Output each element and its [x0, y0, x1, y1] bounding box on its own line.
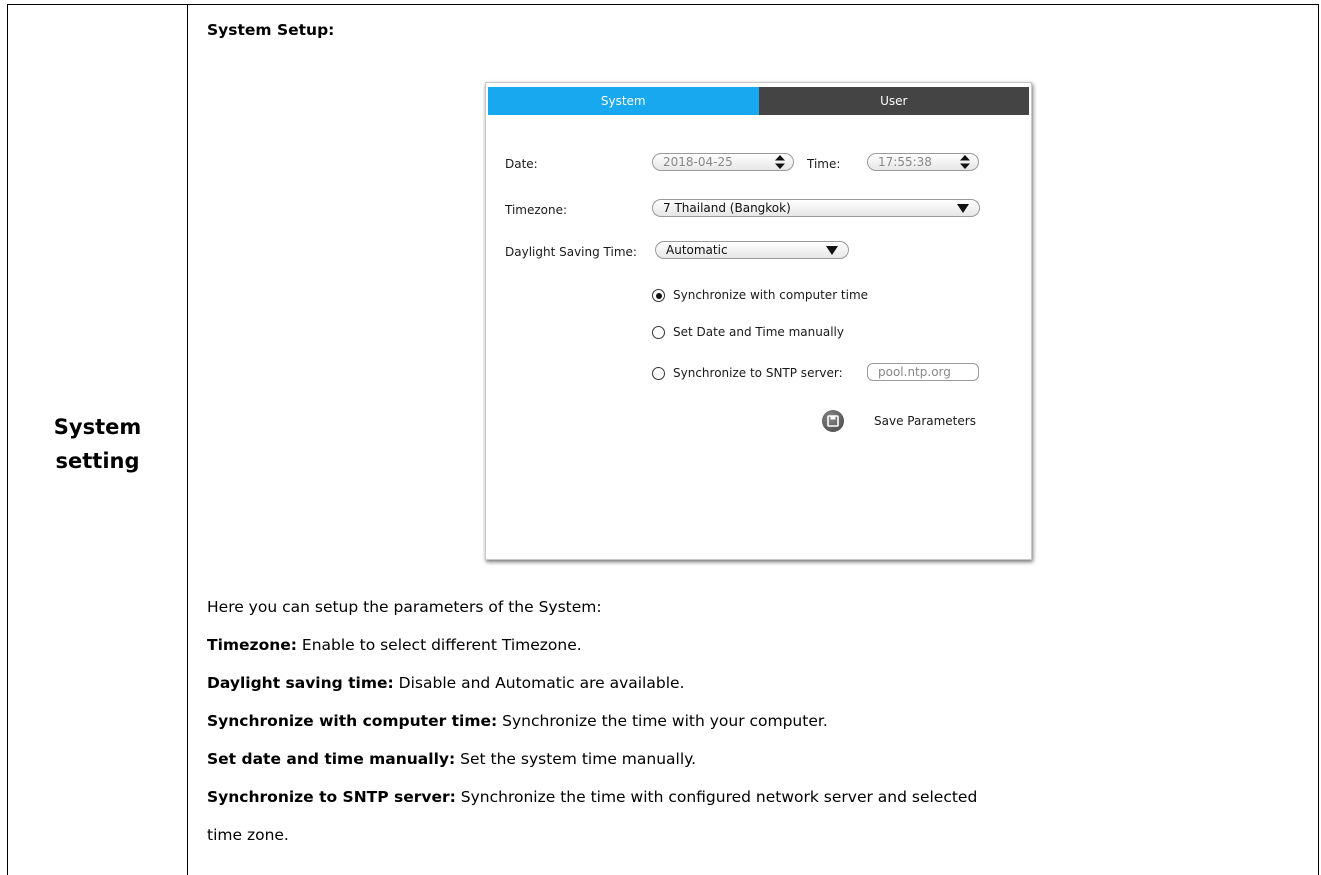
tab-user[interactable]: User [758, 87, 1029, 115]
sntp-server-value: pool.ntp.org [878, 365, 951, 379]
date-field[interactable]: 2018-04-25 [652, 153, 794, 171]
table-border-top [7, 4, 1318, 5]
radio-manual-label[interactable]: Set Date and Time manually [673, 325, 844, 339]
description-item: Set date and time manually: Set the syst… [207, 750, 696, 768]
description-term: Synchronize to SNTP server: [207, 788, 456, 806]
radio-sntp[interactable] [652, 367, 665, 380]
description-intro: Here you can setup the parameters of the… [207, 598, 602, 616]
description-continuation: time zone. [207, 826, 289, 844]
tab-bar: System User [488, 87, 1029, 115]
spinner-arrows-icon[interactable] [960, 155, 970, 169]
timezone-select[interactable]: 7 Thailand (Bangkok) [652, 199, 980, 217]
timezone-value: 7 Thailand (Bangkok) [663, 201, 791, 215]
row-label: System setting [8, 410, 187, 478]
table-column-divider [187, 4, 188, 875]
description-item: Synchronize with computer time: Synchron… [207, 712, 828, 730]
description-term: Set date and time manually: [207, 750, 456, 768]
save-icon[interactable] [822, 410, 844, 432]
dst-select[interactable]: Automatic [655, 241, 849, 259]
table-border-right [1318, 4, 1319, 875]
description-item: Timezone: Enable to select different Tim… [207, 636, 582, 654]
description-text: Synchronize the time with your computer. [497, 712, 828, 730]
radio-sntp-label[interactable]: Synchronize to SNTP server: [673, 366, 843, 380]
description-text: Synchronize the time with configured net… [455, 788, 978, 806]
radio-sync-computer[interactable] [652, 289, 665, 302]
chevron-down-icon [957, 204, 969, 213]
sntp-server-input[interactable]: pool.ntp.org [867, 363, 979, 381]
description-item: Synchronize to SNTP server: Synchronize … [207, 788, 977, 806]
description-item: Daylight saving time: Disable and Automa… [207, 674, 684, 692]
description-term: Timezone: [207, 636, 297, 654]
timezone-label: Timezone: [505, 203, 568, 217]
date-label: Date: [505, 157, 538, 171]
chevron-down-icon [826, 246, 838, 255]
description-text: Disable and Automatic are available. [393, 674, 685, 692]
tab-system[interactable]: System [488, 87, 759, 115]
save-parameters-button[interactable]: Save Parameters [874, 414, 976, 428]
radio-sync-computer-label[interactable]: Synchronize with computer time [673, 288, 868, 302]
dst-value: Automatic [666, 243, 728, 257]
spinner-arrows-icon[interactable] [775, 155, 785, 169]
dst-label: Daylight Saving Time: [505, 245, 637, 259]
row-label-line-2: setting [55, 449, 140, 473]
radio-manual[interactable] [652, 326, 665, 339]
time-field[interactable]: 17:55:38 [867, 153, 979, 171]
description-text: Enable to select different Timezone. [296, 636, 582, 654]
section-title: System Setup: [207, 21, 335, 39]
system-settings-panel: System User Date: 2018-04-25 Time: 17:55… [485, 82, 1032, 560]
description-term: Daylight saving time: [207, 674, 394, 692]
description-text: Set the system time manually. [455, 750, 697, 768]
date-value: 2018-04-25 [663, 155, 733, 169]
description-term: Synchronize with computer time: [207, 712, 498, 730]
time-value: 17:55:38 [878, 155, 932, 169]
row-label-line-1: System [53, 415, 142, 439]
time-label: Time: [807, 157, 841, 171]
